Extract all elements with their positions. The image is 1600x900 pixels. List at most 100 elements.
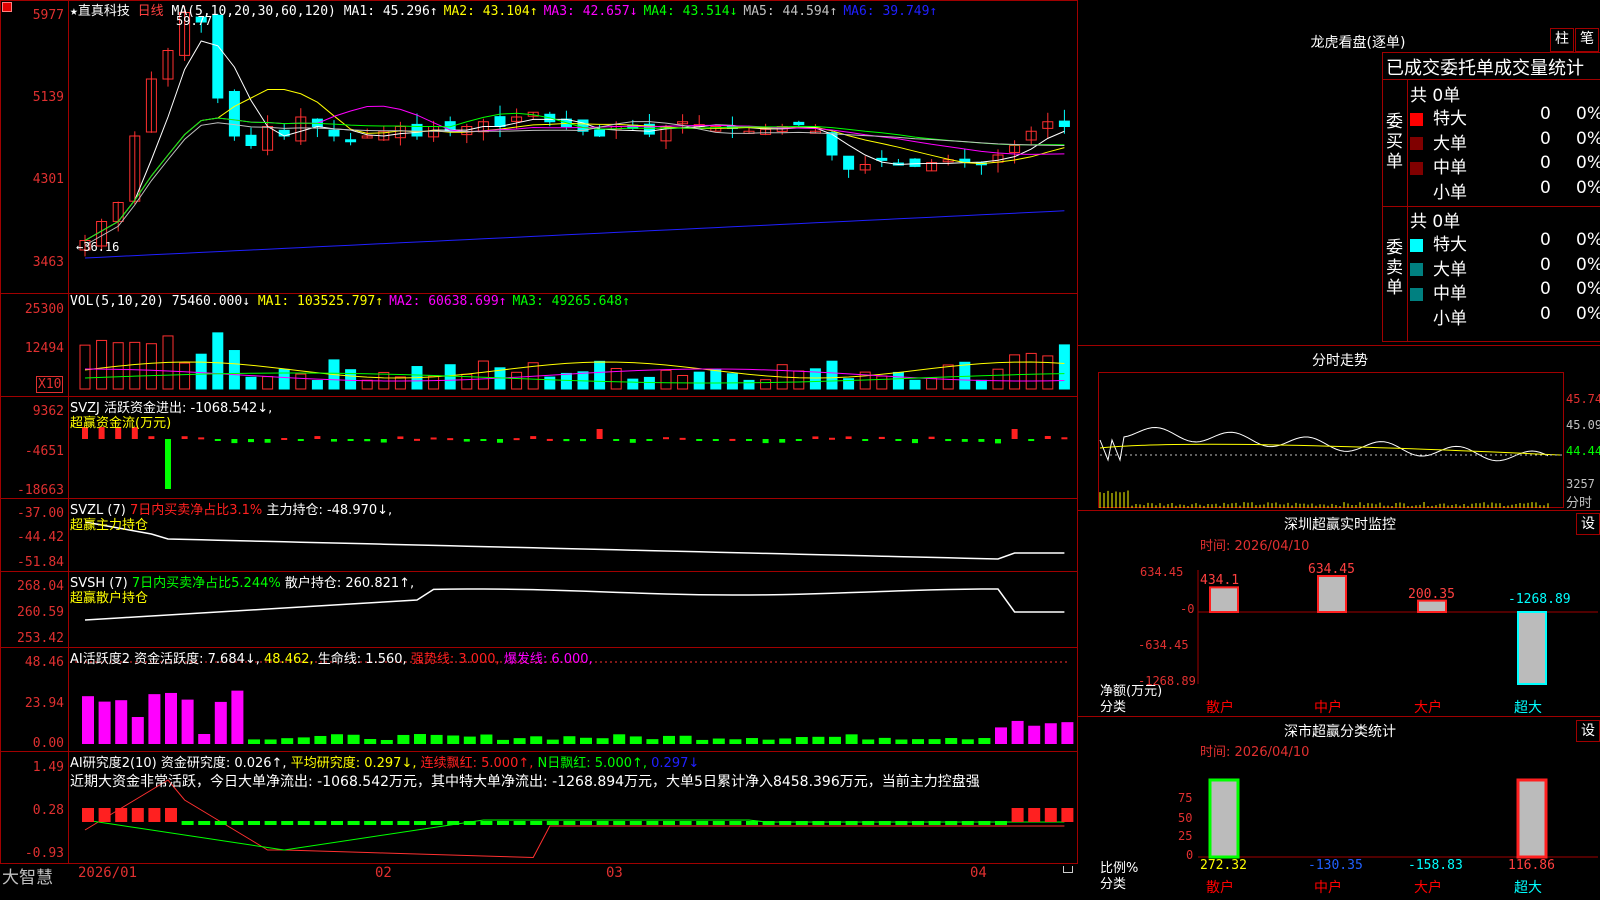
- ma-label-5: MA6: 39.749↑: [843, 4, 938, 19]
- research-bar: [795, 821, 808, 825]
- research-bar: [447, 821, 460, 825]
- fund-flow-bar: [912, 439, 918, 444]
- activity-bar: [862, 739, 875, 744]
- volume-bar: [660, 369, 672, 390]
- research-bar: [82, 808, 94, 822]
- activity-bar: [596, 738, 609, 744]
- buy-row-count: 0: [1540, 153, 1551, 173]
- research-bar: [281, 821, 294, 825]
- sell-row-pct: 0%: [1576, 303, 1600, 324]
- buy-total: 共 0单: [1410, 86, 1461, 106]
- sell-row-count: 0: [1540, 230, 1551, 250]
- research-bar: [563, 821, 576, 825]
- fund-flow-bar: [995, 439, 1001, 444]
- lhb-header: 已成交委托单成交量统计: [1386, 58, 1584, 79]
- activity-bar: [414, 734, 426, 744]
- volume-bar: [444, 364, 456, 390]
- fund-flow-bar: [414, 438, 420, 441]
- lock-icon[interactable]: [1063, 866, 1073, 873]
- research-bar: [663, 821, 675, 825]
- candle-body: [826, 132, 838, 156]
- activity-bar: [82, 696, 94, 744]
- research-bar: [613, 821, 626, 825]
- research-bar: [397, 821, 410, 825]
- sell-row-count: 0: [1540, 254, 1551, 275]
- ma-label-3: MA4: 43.514↓: [643, 4, 738, 19]
- ma-line: [84, 40, 1065, 241]
- ma-line: [84, 210, 1065, 259]
- activity-bar: [430, 734, 443, 744]
- candle-body: [909, 158, 921, 167]
- volume-bar: [511, 371, 523, 390]
- activity-bar: [613, 734, 626, 744]
- bar-mode-button[interactable]: 柱: [1550, 28, 1574, 52]
- classify-title: 深市超赢分类统计: [1284, 724, 1396, 740]
- fund-flow-bar: [795, 439, 802, 441]
- fund-flow-bar: [779, 439, 786, 443]
- pen-mode-button[interactable]: 笔: [1575, 28, 1599, 52]
- volume-bar: [245, 376, 257, 390]
- volume-bar: [179, 362, 191, 390]
- volume-bar: [876, 375, 888, 390]
- sell-color-swatch: [1410, 263, 1423, 276]
- buy-row-name: 大单: [1433, 133, 1467, 154]
- fund-flow-bar: [397, 436, 404, 439]
- volume-bar: [129, 341, 141, 390]
- activity-bar: [98, 701, 111, 744]
- activity-bar: [629, 736, 642, 744]
- buy-row-name: 特大: [1433, 109, 1467, 129]
- lhb-col-divider: [1407, 80, 1408, 342]
- volume-bar: [228, 350, 240, 390]
- activity-bar: [380, 739, 393, 744]
- activity-bar: [961, 739, 974, 744]
- classify-settings-button[interactable]: 设: [1576, 720, 1600, 742]
- volume-bar: [544, 376, 556, 390]
- volume-bar: [710, 369, 722, 390]
- research-bar: [746, 821, 758, 825]
- buy-row: 大单: [1410, 129, 1467, 154]
- fund-flow-bar: [978, 439, 985, 442]
- kline-ytick-2: 4301: [32, 172, 64, 187]
- fund-flow-bar: [380, 439, 387, 443]
- research-bar: [829, 821, 841, 825]
- sell-color-swatch: [1410, 287, 1423, 301]
- buy-color-swatch: [1410, 112, 1423, 126]
- kline-ytick-3: 3463: [32, 255, 64, 270]
- sell-row-name: 中单: [1433, 284, 1467, 304]
- app-brand[interactable]: 大智慧: [2, 863, 53, 888]
- ai-research-title: AI研究度2(10) 资金研究度: 0.026↑, 平均研究度: 0.297↓,…: [70, 756, 700, 771]
- fund-flow-bar: [248, 439, 254, 443]
- research-bar: [729, 821, 742, 825]
- intraday-chart[interactable]: [1098, 372, 1564, 508]
- monitor-settings-button[interactable]: 设: [1576, 513, 1600, 535]
- volume-bar: [394, 376, 406, 390]
- stock-name[interactable]: 直真科技: [78, 4, 130, 19]
- fund-flow-bar: [679, 437, 686, 440]
- volume-bar: [909, 379, 921, 390]
- activity-bar: [779, 738, 792, 744]
- vol-unit-badge[interactable]: X10: [36, 376, 64, 393]
- fund-flow-bar: [812, 436, 819, 439]
- svsh-ytick-1: 260.59: [17, 605, 64, 620]
- fund-flow-bar: [596, 429, 603, 439]
- vol-ytick-0: 25300: [24, 302, 64, 317]
- fund-flow-bar: [347, 439, 354, 441]
- research-bar: [530, 821, 543, 825]
- research-bar: [961, 821, 974, 825]
- fund-flow-bar: [331, 439, 337, 442]
- monitor-ytick-2: -634.45: [1138, 638, 1189, 652]
- sell-row: 中单: [1410, 279, 1467, 304]
- period-label[interactable]: 日线: [138, 4, 164, 19]
- sell-row-pct: 0%: [1576, 254, 1600, 275]
- fund-flow-bar: [1011, 429, 1018, 439]
- activity-bar: [762, 739, 775, 744]
- classify-divider: [1078, 716, 1600, 717]
- research-bar: [513, 821, 526, 825]
- fund-flow-bar: [430, 437, 437, 440]
- fund-flow-bar: [580, 439, 586, 442]
- fund-flow-bar: [181, 436, 188, 439]
- activity-bar: [563, 736, 576, 744]
- ma-label-1: MA2: 43.104↑: [443, 4, 538, 19]
- monitor-category-label: 中户: [1314, 700, 1342, 716]
- fund-flow-bar: [1061, 437, 1068, 440]
